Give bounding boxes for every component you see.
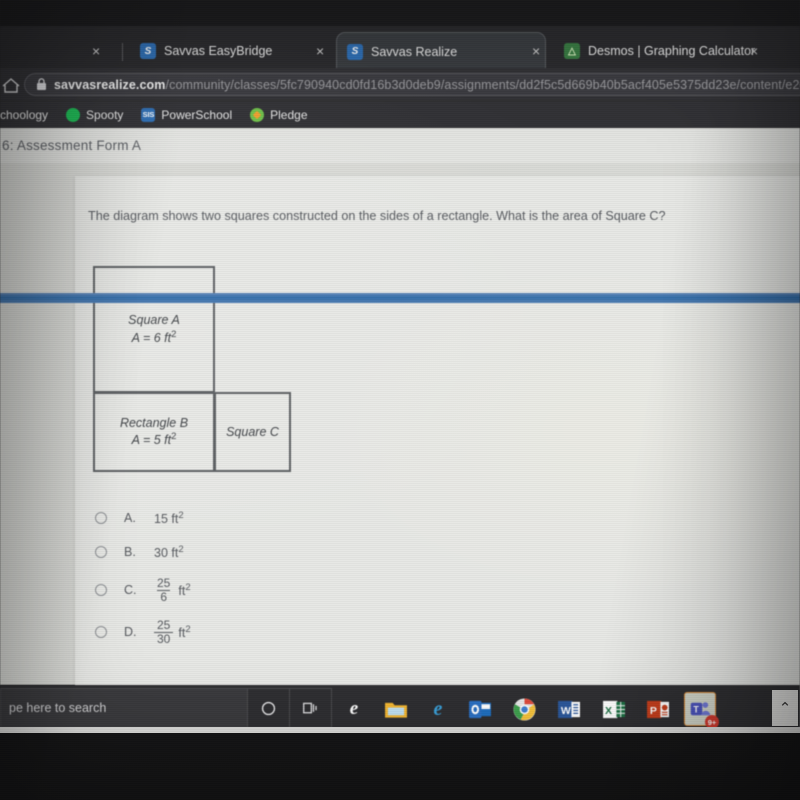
question-card: The diagram shows two squares constructe… [75, 176, 800, 748]
progress-bar [0, 293, 800, 303]
shape-label: Rectangle B [119, 415, 189, 430]
page-content: 6: Assessment Form A The diagram shows t… [0, 128, 800, 800]
option-letter: B. [124, 545, 136, 559]
option-d[interactable]: D. 25 30 ft2 [89, 611, 409, 653]
up-chevron-icon[interactable]: ⌃ [772, 690, 798, 726]
task-view-icon[interactable] [290, 688, 332, 728]
option-a[interactable]: A. 15 ft2 [89, 501, 409, 535]
tab-label: Savvas EasyBridge [164, 44, 273, 58]
tab-partial-left[interactable]: × [80, 32, 112, 70]
bookmark-label: Pledge [270, 107, 308, 122]
shape-square-c: Square C [214, 392, 291, 472]
option-c[interactable]: C. 25 6 ft2 [89, 569, 409, 611]
spotify-icon [66, 107, 81, 122]
home-icon[interactable] [0, 76, 22, 94]
shape-rectangle-b: Rectangle B A = 5 ft2 [93, 392, 215, 472]
screen-bezel [0, 733, 800, 800]
internet-explorer-icon[interactable]: e [425, 696, 451, 722]
excel-icon[interactable]: X [601, 696, 627, 722]
bookmark-label: choology [0, 107, 49, 122]
radio-button[interactable] [95, 512, 107, 524]
svg-text:P: P [649, 704, 656, 716]
bookmark-label: PowerSchool [161, 107, 233, 122]
option-letter: C. [124, 583, 137, 597]
bookmark-powerschool[interactable]: SIS PowerSchool [132, 107, 241, 122]
tab-divider [122, 43, 123, 61]
shape-label: Square C [226, 424, 279, 439]
search-input[interactable]: pe here to search [0, 688, 248, 728]
teams-icon[interactable]: T 9+ [684, 692, 719, 729]
circle-icon[interactable] [248, 688, 290, 728]
radio-button[interactable] [95, 584, 107, 596]
close-icon[interactable]: × [90, 44, 102, 58]
url-host: savvasrealize.com [54, 77, 166, 92]
assessment-header: 6: Assessment Form A [0, 128, 800, 163]
close-icon[interactable]: × [314, 44, 326, 58]
fraction: 25 30 [154, 619, 174, 645]
option-b[interactable]: B. 30 ft2 [89, 535, 409, 569]
windows-taskbar: pe here to search e e W X P T 9+ [0, 685, 800, 733]
tab-label: Savvas Realize [371, 44, 458, 59]
tab-savvas-easybridge[interactable]: S Savvas EasyBridge [130, 32, 282, 70]
pledge-icon [250, 107, 265, 122]
browser-tab-bar: × S Savvas EasyBridge × S Savvas Realize… [0, 26, 800, 85]
edge-legacy-icon[interactable]: e [341, 696, 367, 722]
url-bar[interactable]: savvasrealize.com/community/classes/5fc7… [24, 73, 800, 96]
desmos-icon: △ [564, 43, 580, 59]
word-icon[interactable]: W [556, 696, 582, 722]
tab-desmos-graphing-calculator[interactable]: △ Desmos | Graphing Calculator [554, 32, 765, 70]
bookmark-label: Spooty [86, 107, 124, 122]
outlook-icon[interactable] [467, 696, 493, 722]
option-letter: A. [124, 511, 136, 525]
option-value: 30 ft2 [154, 543, 184, 561]
bookmarks-bar: choology Spooty SIS PowerSchool Pledge [0, 101, 800, 128]
shape-label: Square A [128, 313, 180, 328]
close-icon[interactable]: × [530, 44, 542, 58]
svg-text:W: W [560, 704, 570, 716]
option-value: 15 ft2 [154, 509, 184, 527]
chrome-icon[interactable] [511, 696, 537, 730]
radio-button[interactable] [95, 546, 107, 558]
svg-text:T: T [693, 705, 699, 715]
svg-text:X: X [604, 704, 611, 716]
page-title: 6: Assessment Form A [2, 138, 142, 153]
savvas-icon: S [347, 43, 363, 60]
tab-label: Desmos | Graphing Calculator [588, 44, 756, 58]
question-text: The diagram shows two squares constructe… [88, 209, 666, 223]
powerpoint-icon[interactable]: P [645, 696, 671, 722]
bookmark-schoology[interactable]: choology [0, 108, 57, 122]
powerschool-sis-icon: SIS [141, 107, 156, 122]
url-path: /community/classes/5fc790940cd0fd16b3d0d… [165, 77, 800, 92]
option-value: 25 6 ft2 [154, 577, 191, 603]
answer-options: A. 15 ft2 B. 30 ft2 C. 25 6 ft2 D. 25 30… [89, 501, 409, 653]
tab-savvas-realize[interactable]: S Savvas Realize [336, 32, 546, 70]
option-letter: D. [124, 625, 137, 639]
bookmark-pledge[interactable]: Pledge [241, 107, 316, 122]
close-icon[interactable]: × [748, 44, 760, 58]
shape-square-a: Square A A = 6 ft2 [93, 266, 215, 393]
window-titlebar-strip [0, 0, 800, 28]
lock-icon [36, 78, 47, 91]
shape-area: A = 5 ft2 [131, 431, 177, 448]
radio-button[interactable] [95, 626, 107, 638]
address-bar-row: savvasrealize.com/community/classes/5fc7… [0, 68, 800, 101]
fraction: 25 6 [157, 575, 171, 604]
file-explorer-icon[interactable] [383, 696, 409, 722]
shape-area: A = 6 ft2 [131, 328, 177, 346]
option-value: 25 30 ft2 [154, 619, 191, 645]
savvas-icon: S [140, 43, 156, 59]
url-text: savvasrealize.com/community/classes/5fc7… [54, 78, 800, 92]
bookmark-spooty[interactable]: Spooty [57, 107, 132, 122]
